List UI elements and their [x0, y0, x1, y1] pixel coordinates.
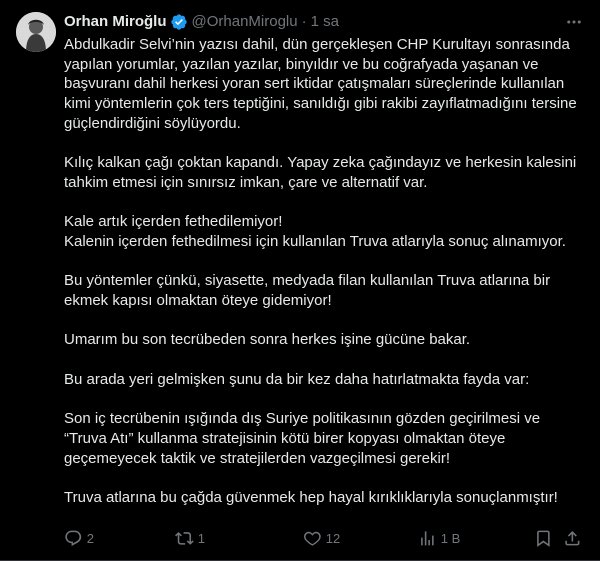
header-separator: · [301, 13, 307, 30]
avatar[interactable] [16, 12, 56, 52]
like-count: 12 [325, 530, 341, 546]
retweet-button[interactable]: 1 [175, 529, 205, 548]
like-button[interactable]: 12 [303, 529, 340, 548]
tweet-paragraph: Abdulkadir Selvi’nin yazısı dahil, dün g… [64, 36, 577, 132]
views-count: 1 B [440, 530, 461, 546]
tweet-paragraph: Kalenin içerden fethedilmesi için kullan… [64, 233, 566, 250]
author-handle[interactable]: @OrhanMiroglu [192, 12, 298, 32]
author-name[interactable]: Orhan Miroğlu [64, 12, 167, 32]
reply-icon [65, 530, 82, 546]
tweet-paragraph: Kale artık içerden fethedilemiyor! [64, 213, 283, 231]
views-icon [421, 530, 434, 546]
tweet-time[interactable]: 1 sa [311, 12, 339, 32]
tweet-paragraph: Kılıç kalkan çağı çoktan kapandı. Yapay … [64, 154, 577, 191]
reply-count: 2 [86, 530, 94, 546]
tweet-paragraph: Umarım bu son tecrübeden sonra herkes iş… [64, 331, 471, 349]
share-icon [565, 530, 580, 546]
tweet-paragraph: Bu arada yeri gelmişken şunu da bir kez … [64, 370, 530, 388]
views-button[interactable]: 1 B [418, 529, 460, 548]
tweet[interactable]: Orhan Miroğlu @OrhanMiroglu · 1 sa Abdul… [0, 0, 600, 561]
tweet-actions: 2 1 12 1 B [64, 526, 584, 550]
more-icon[interactable] [564, 12, 584, 32]
tweet-paragraph: Bu yöntemler çünkü, siyasette, medyada f… [64, 272, 551, 310]
tweet-header: Orhan Miroğlu @OrhanMiroglu · 1 sa [64, 12, 584, 32]
share-button[interactable] [563, 529, 582, 548]
bookmark-button[interactable] [534, 529, 553, 548]
bookmark-icon [537, 530, 550, 547]
tweet-text: Abdulkadir Selvi’nin yazısı dahil, dün g… [64, 35, 584, 508]
verified-badge-icon [170, 13, 188, 31]
tweet-paragraph: Son iç tecrübenin ışığında dış Suriye po… [64, 410, 541, 467]
avatar-image [16, 12, 56, 52]
retweet-icon [175, 531, 194, 545]
retweet-count: 1 [197, 530, 205, 546]
tweet-content: Orhan Miroğlu @OrhanMiroglu · 1 sa Abdul… [64, 12, 584, 508]
like-icon [304, 531, 321, 546]
reply-button[interactable]: 2 [64, 529, 94, 548]
tweet-paragraph: Truva atlarına bu çağda güvenmek hep hay… [64, 489, 558, 507]
